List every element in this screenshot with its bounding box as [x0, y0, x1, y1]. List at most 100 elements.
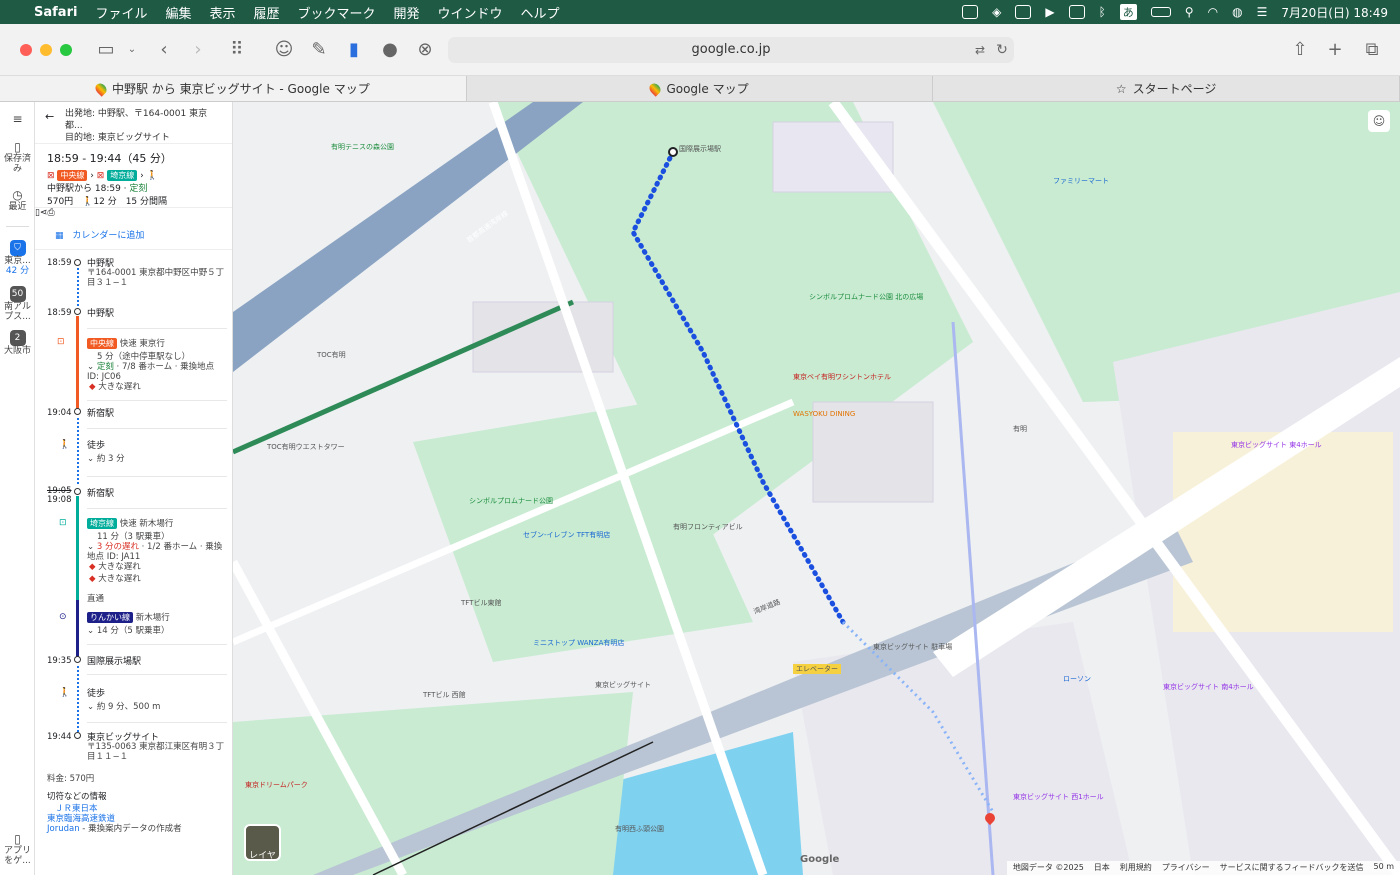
- terms-link[interactable]: 利用規約: [1120, 862, 1152, 874]
- map-label-symbol-promenade-north[interactable]: シンボルプロムナード公園 北の広場: [809, 292, 923, 302]
- layers-button[interactable]: レイヤ: [244, 824, 281, 861]
- scale-bar[interactable]: 50 m: [1373, 862, 1394, 874]
- map-label-tennis-park[interactable]: 有明テニスの森公園: [331, 142, 394, 152]
- feedback-link[interactable]: サービスに関するフィードバックを送信: [1220, 862, 1364, 874]
- address-bar[interactable]: google.co.jp: [448, 37, 1014, 63]
- saved-button[interactable]: ▯ 保存済み: [0, 141, 35, 174]
- stop-nakano-board[interactable]: 中野駅: [87, 306, 114, 319]
- menu-history[interactable]: 履歴: [253, 3, 279, 22]
- map-label-bigsight-parking[interactable]: 東京ビッグサイト 駐車場: [873, 642, 952, 652]
- menubar-clock[interactable]: 7月20日(日) 18:49: [1281, 4, 1388, 21]
- input-mode-indicator[interactable]: あ: [1119, 4, 1137, 20]
- document-icon[interactable]: ▮: [342, 38, 366, 62]
- recent-item-minami-alps[interactable]: 50 南アルプス...: [0, 286, 35, 322]
- reload-icon[interactable]: ↻: [990, 38, 1014, 62]
- line-status[interactable]: ⌄ 定刻 · 7/8 番ホーム · 乗換地点 ID: JC06: [87, 362, 227, 382]
- menu-window[interactable]: ウインドウ: [438, 3, 503, 22]
- clipboard-icon[interactable]: [1068, 5, 1085, 19]
- walk-duration[interactable]: ⌄ 約 3 分: [87, 454, 125, 464]
- map-label-washington-hotel[interactable]: 東京ベイ有明ワシントンホテル: [793, 372, 891, 382]
- destination-field[interactable]: 目的地: 東京ビッグサイト: [65, 132, 224, 144]
- map-label-bigsight[interactable]: 東京ビッグサイト: [595, 680, 651, 690]
- map-label-toc[interactable]: TOC有明: [317, 350, 346, 360]
- walk-duration[interactable]: ⌄ 約 9 分、500 m: [87, 702, 160, 712]
- extension-icon[interactable]: ⊗: [413, 38, 437, 62]
- new-tab-icon[interactable]: +: [1323, 38, 1347, 62]
- route-summary[interactable]: 18:59 - 19:44（45 分） ⊠ 中央線 › ⊠ 埼京線 › 🚶 中野…: [35, 144, 232, 208]
- map-label-washoku[interactable]: WASYOKU DINING: [793, 410, 855, 418]
- menu-button[interactable]: ≡: [0, 113, 35, 126]
- add-to-calendar-button[interactable]: ▦ カレンダーに追加: [35, 218, 232, 250]
- map-canvas[interactable]: 国際展示場駅 東京ビッグサイト 東京ビッグサイト 東4ホール 東京ビッグサイト …: [233, 102, 1400, 875]
- battery-icon[interactable]: [1150, 7, 1171, 17]
- lightbulb-icon[interactable]: ●: [378, 38, 402, 62]
- recent-item-tokyo[interactable]: ⛉ 東京... 42 分: [0, 240, 35, 276]
- menu-view[interactable]: 表示: [209, 3, 235, 22]
- recent-item-osaka[interactable]: 2 大阪市: [0, 330, 35, 356]
- wrench-icon[interactable]: ✎: [307, 38, 331, 62]
- map-label-famima[interactable]: ファミリーマート: [1053, 176, 1109, 186]
- line-info[interactable]: ⌄ 14 分（5 駅乗車）: [87, 626, 169, 636]
- back-icon[interactable]: ‹: [152, 38, 176, 62]
- app-menu[interactable]: Safari: [34, 5, 77, 20]
- extension-person-icon[interactable]: ☺: [272, 38, 296, 62]
- map-label-kokusai-station[interactable]: 国際展示場駅: [679, 144, 721, 154]
- forward-icon[interactable]: ›: [186, 38, 210, 62]
- share-icon[interactable]: ⇧: [1288, 38, 1312, 62]
- layers-icon[interactable]: ◈: [992, 5, 1001, 19]
- search-icon[interactable]: ⚲: [1185, 5, 1194, 19]
- map-label-symbol-promenade[interactable]: シンボルプロムナード公園: [469, 496, 553, 506]
- share-icon[interactable]: ⋖: [40, 208, 48, 218]
- stop-shinjuku[interactable]: 新宿駅: [87, 406, 114, 419]
- menu-bookmarks[interactable]: ブックマーク: [298, 3, 376, 22]
- menu-develop[interactable]: 開発: [394, 3, 420, 22]
- provider-jorudan-link[interactable]: Jorudan: [47, 824, 80, 834]
- map-label-tft[interactable]: TFTビル東館: [461, 598, 501, 608]
- privacy-link[interactable]: プライバシー: [1162, 862, 1210, 874]
- get-app-button[interactable]: ▯ アプリをゲ...: [0, 833, 35, 866]
- zoom-window-button[interactable]: [60, 44, 72, 56]
- chevron-down-icon[interactable]: ⌄: [120, 38, 144, 62]
- provider-rinkai-link[interactable]: 東京臨海高速鉄道: [47, 814, 115, 824]
- tab-start-page[interactable]: ☆ スタートページ: [933, 76, 1400, 101]
- map-label-east-hall[interactable]: 東京ビッグサイト 東4ホール: [1231, 440, 1322, 450]
- menu-edit[interactable]: 編集: [165, 3, 191, 22]
- country-label[interactable]: 日本: [1094, 862, 1110, 874]
- translate-icon[interactable]: ⇄: [968, 38, 992, 62]
- map-label-ariake-frontier[interactable]: 有明フロンティアビル: [673, 522, 743, 532]
- tab-overview-button-icon[interactable]: ⧉: [1360, 38, 1384, 62]
- map-label-tokyo-dream-park[interactable]: 東京ドリームパーク: [245, 780, 308, 790]
- menu-help[interactable]: ヘルプ: [521, 3, 560, 22]
- recent-button[interactable]: ◷ 最近: [0, 189, 35, 212]
- bluetooth-icon[interactable]: ᛒ: [1099, 5, 1106, 19]
- map-label-tft-west[interactable]: TFTビル 西館: [423, 690, 466, 700]
- close-window-button[interactable]: [20, 44, 32, 56]
- origin-field[interactable]: 出発地: 中野駅、〒164-0001 東京都...: [65, 108, 224, 132]
- map-label-ministop[interactable]: ミニストップ WANZA有明店: [533, 638, 624, 648]
- map-label-west-hall[interactable]: 東京ビッグサイト 西1ホール: [1013, 792, 1104, 802]
- wifi-icon[interactable]: ◠: [1208, 5, 1218, 19]
- back-arrow-icon[interactable]: ←: [45, 110, 54, 123]
- play-icon[interactable]: ▶: [1045, 5, 1054, 19]
- map-label-seven-eleven[interactable]: セブン-イレブン TFT有明店: [523, 530, 610, 540]
- map-label-elevator[interactable]: エレベーター: [793, 664, 841, 674]
- map-label-south-hall[interactable]: 東京ビッグサイト 南4ホール: [1163, 682, 1254, 692]
- minimize-window-button[interactable]: [40, 44, 52, 56]
- map-label-ariake[interactable]: 有明: [1013, 424, 1027, 434]
- drive-icon[interactable]: [1015, 5, 1032, 19]
- sidebar-toggle-icon[interactable]: ▭: [94, 38, 118, 62]
- map-label-ariake-ferry[interactable]: 有明西ふ頭公園: [615, 824, 664, 834]
- home-icon[interactable]: [962, 5, 979, 19]
- menu-file[interactable]: ファイル: [95, 3, 147, 22]
- account-avatar[interactable]: ☺: [1368, 110, 1390, 132]
- control-center-icon[interactable]: ☰: [1257, 5, 1268, 19]
- stop-shinjuku-board[interactable]: 新宿駅: [87, 486, 114, 499]
- print-icon[interactable]: ⎙: [48, 208, 55, 218]
- line-status[interactable]: ⌄ 3 分の遅れ · 1/2 番ホーム · 乗換地点 ID: JA11: [87, 542, 227, 562]
- tab-directions[interactable]: 中野駅 から 東京ビッグサイト - Google マップ: [0, 76, 467, 101]
- stop-kokusai-tenjijo[interactable]: 国際展示場駅: [87, 654, 141, 667]
- provider-jr-east-link[interactable]: ＪＲ東日本: [55, 804, 98, 814]
- tab-overview-icon[interactable]: ⠿: [225, 38, 249, 62]
- map-label-lawson[interactable]: ローソン: [1063, 674, 1091, 684]
- fingerprint-icon[interactable]: ◍: [1232, 5, 1242, 19]
